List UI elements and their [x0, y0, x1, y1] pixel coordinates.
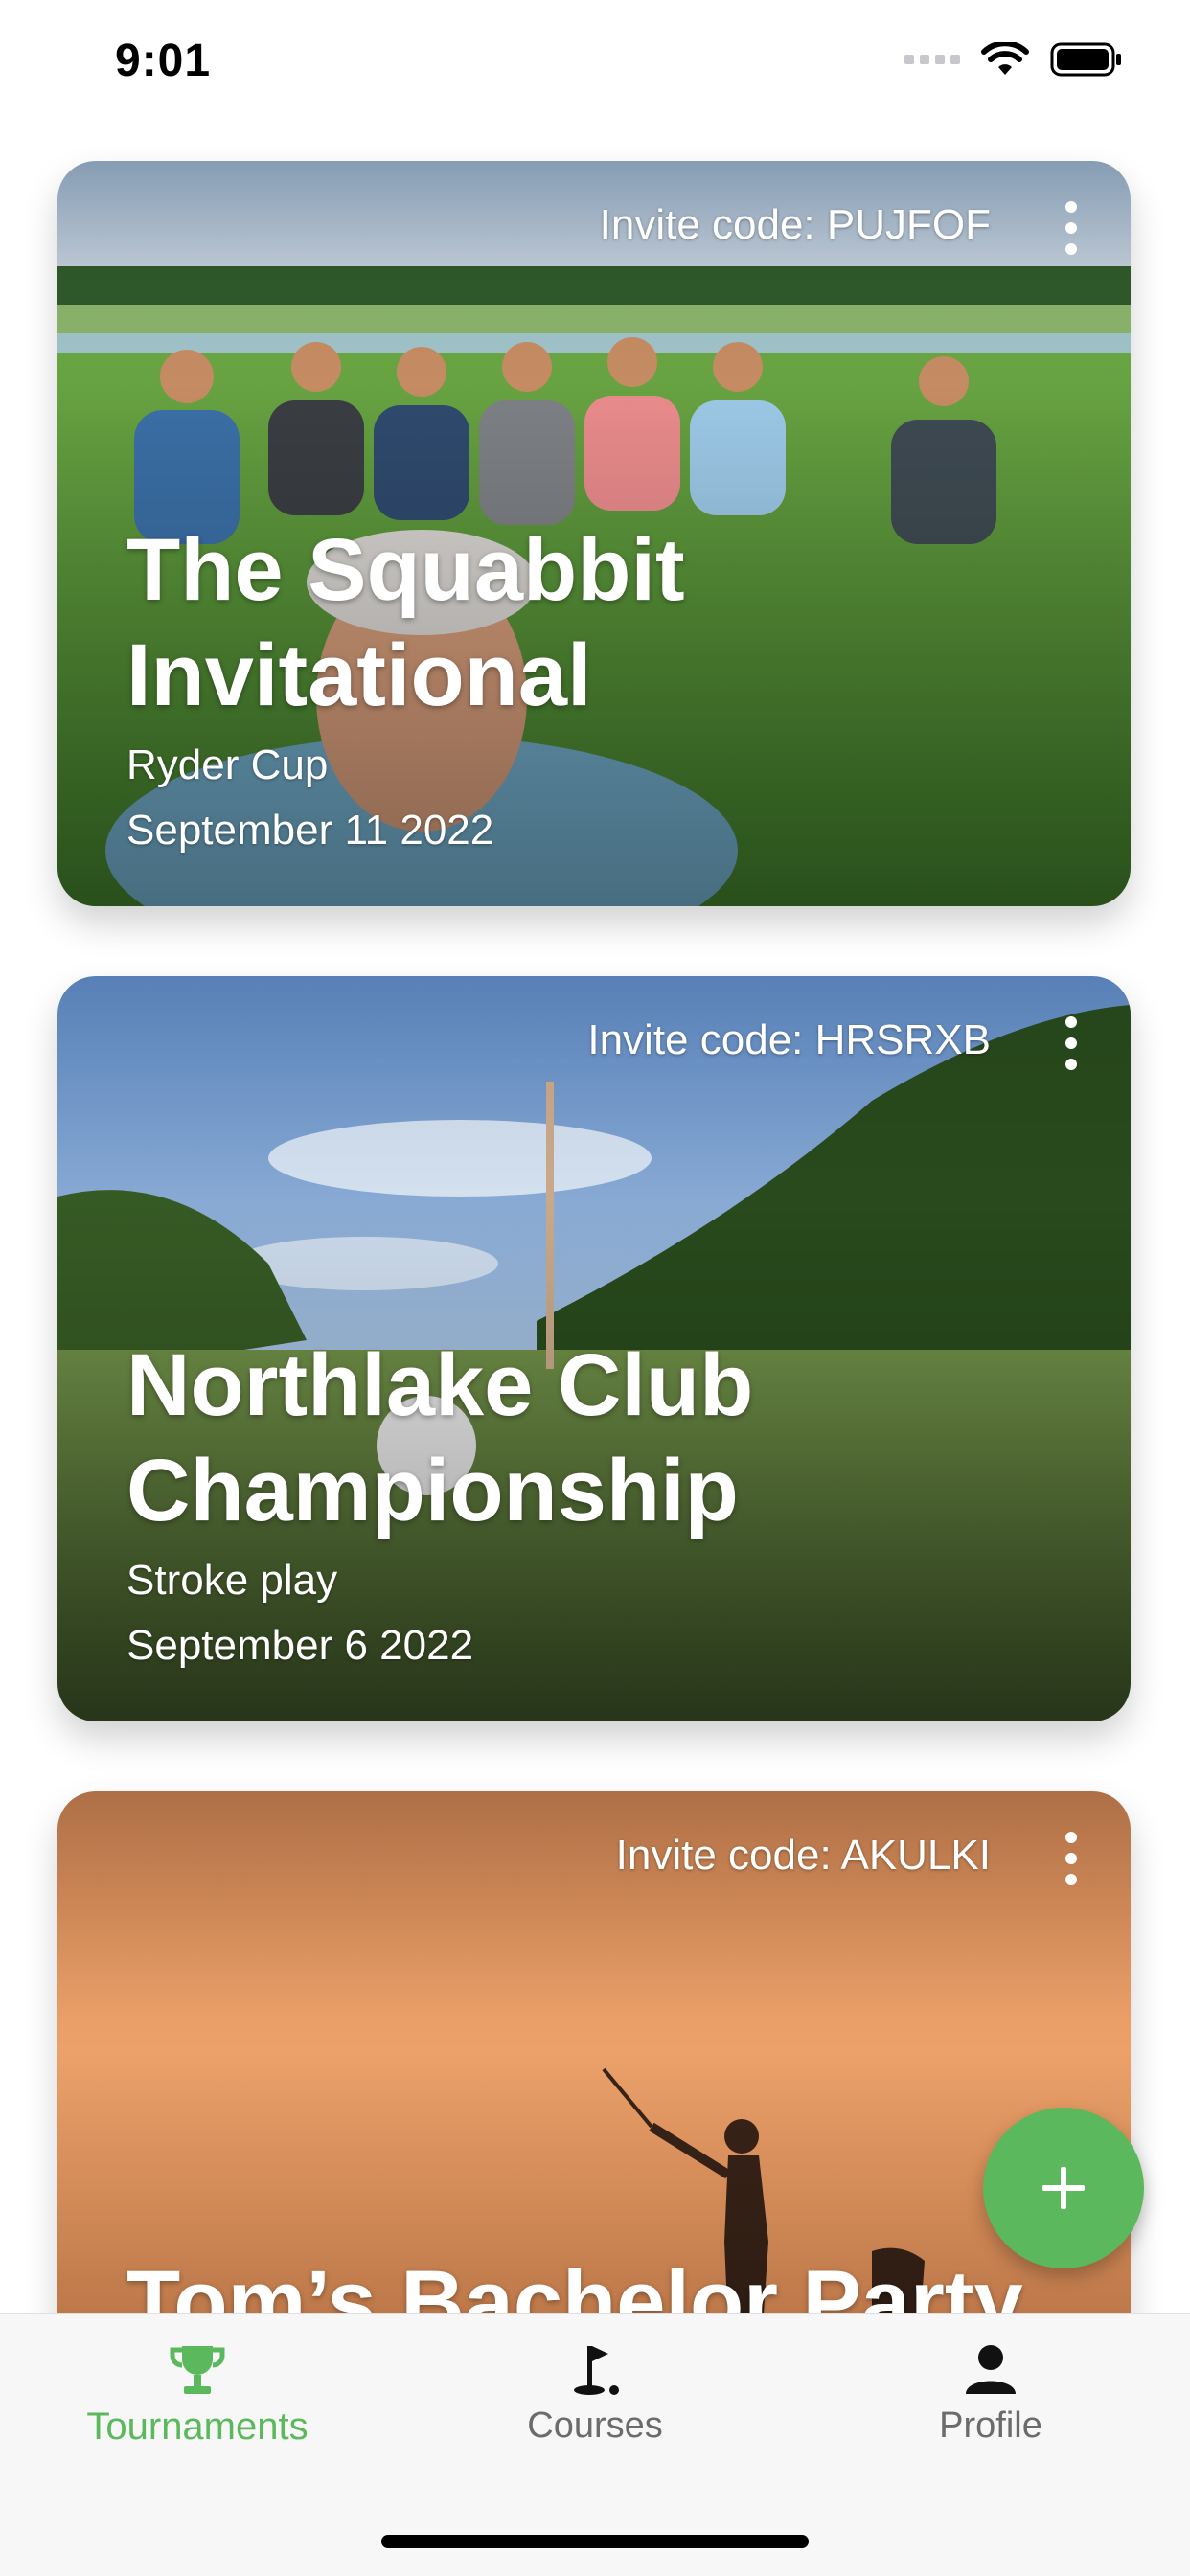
status-icons	[904, 42, 1123, 77]
home-indicator	[381, 2535, 809, 2548]
cellular-signal-icon	[904, 55, 960, 64]
invite-code-value: HRSRXB	[814, 1016, 991, 1063]
invite-code-value: PUJFOF	[826, 201, 991, 248]
tab-tournaments[interactable]: Tournaments	[54, 2342, 341, 2449]
battery-icon	[1050, 42, 1121, 77]
more-options-icon[interactable]	[1052, 1016, 1090, 1070]
status-bar: 9:01	[0, 0, 1190, 134]
tab-profile[interactable]: Profile	[847, 2342, 1134, 2447]
tournament-date: September 6 2022	[126, 1622, 474, 1669]
golf-flag-icon	[574, 2346, 619, 2395]
plus-icon	[1042, 2167, 1085, 2209]
invite-code: Invite code: HRSRXB	[587, 1016, 991, 1064]
tab-label: Profile	[939, 2405, 1042, 2446]
status-time: 9:01	[115, 35, 212, 86]
tournament-card[interactable]: Invite code: HRSRXB Northlake Club Champ…	[57, 976, 1131, 1721]
add-tournament-button[interactable]	[983, 2108, 1144, 2268]
wifi-icon	[981, 42, 1029, 75]
trophy-icon	[170, 2346, 225, 2394]
invite-code-value: AKULKI	[840, 1832, 991, 1879]
more-options-icon[interactable]	[1052, 201, 1090, 255]
invite-code: Invite code: AKULKI	[616, 1832, 991, 1880]
invite-code-label: Invite code:	[615, 1832, 832, 1879]
more-options-icon[interactable]	[1052, 1832, 1090, 1885]
tab-courses[interactable]: Courses	[451, 2342, 739, 2447]
tab-label: Tournaments	[86, 2405, 309, 2448]
tab-label: Courses	[527, 2405, 663, 2446]
tournament-title: Northlake Club Championship	[126, 1336, 754, 1539]
person-icon	[966, 2345, 1016, 2394]
tournament-date: September 11 2022	[126, 807, 494, 854]
invite-code-label: Invite code:	[599, 201, 815, 248]
tournament-card[interactable]: Invite code: PUJFOF The Squabbit Invitat…	[57, 161, 1131, 906]
tournament-title: The Squabbit Invitational	[126, 521, 685, 724]
tournament-format: Ryder Cup	[126, 741, 329, 788]
invite-code: Invite code: PUJFOF	[600, 201, 991, 249]
tournament-format: Stroke play	[126, 1557, 338, 1604]
invite-code-label: Invite code:	[587, 1016, 804, 1063]
